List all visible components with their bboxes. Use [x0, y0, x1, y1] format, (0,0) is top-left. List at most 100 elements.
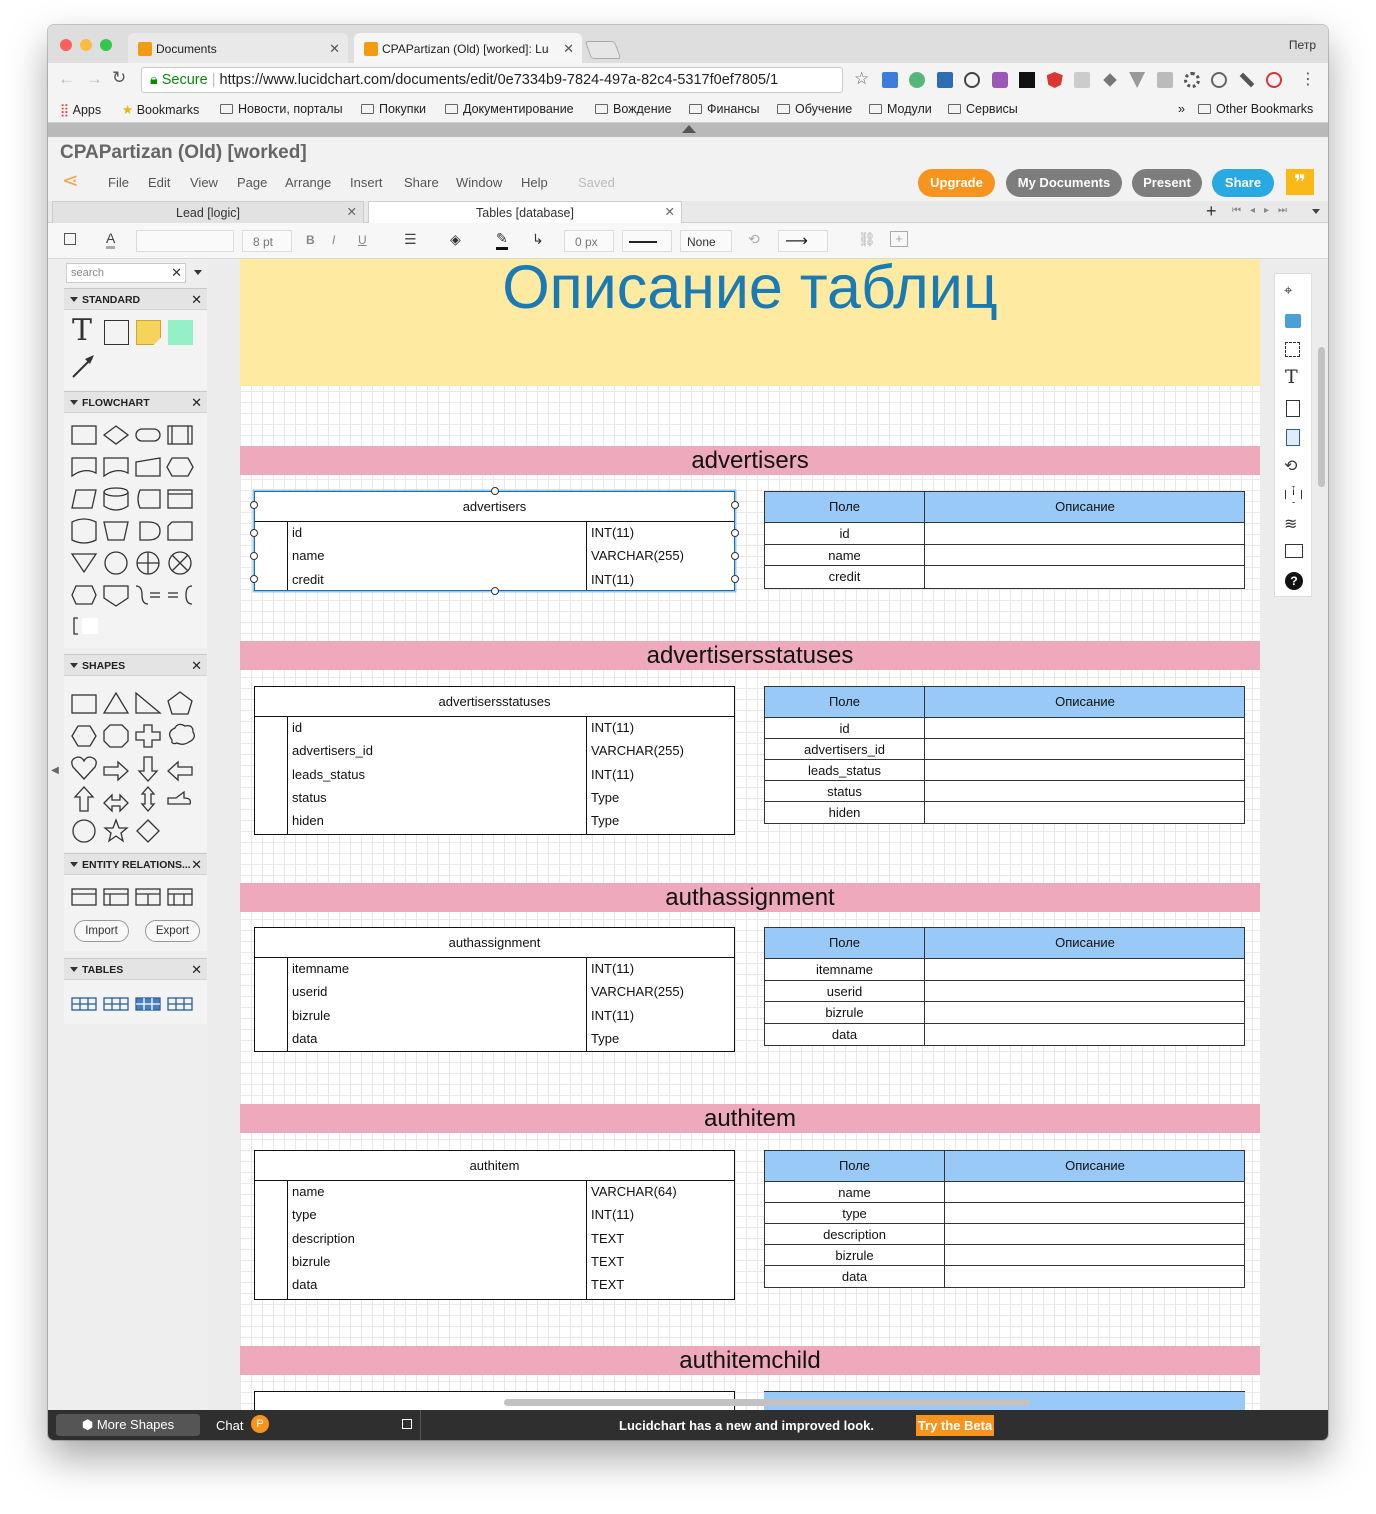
text-options-icon[interactable]: T — [1285, 366, 1298, 388]
basic-shapes-icons[interactable] — [64, 676, 207, 852]
crosshair-icon[interactable]: ⌖ — [1284, 282, 1292, 299]
section-standard-header[interactable]: STANDARD ✕ — [64, 288, 207, 310]
menu-page[interactable]: Page — [237, 175, 267, 190]
browser-menu-icon[interactable]: ⋮ — [1300, 69, 1316, 89]
close-page-icon[interactable]: ✕ — [347, 204, 357, 219]
section-band-authitem[interactable]: authitem — [240, 1104, 1260, 1133]
export-button[interactable]: Export — [145, 920, 200, 942]
minimize-window-button[interactable] — [80, 39, 92, 51]
reload-icon[interactable]: ↻ — [112, 68, 126, 88]
underline-button[interactable]: U — [358, 233, 367, 247]
er-shapes-icons[interactable] — [64, 875, 207, 911]
bookmark-folder[interactable]: Обучение — [777, 102, 852, 116]
resize-handle[interactable] — [250, 575, 258, 583]
format-panel-icon[interactable] — [64, 233, 76, 245]
er-entity-advertisers[interactable]: advertisers id INT(11) name VARCHAR(255) c… — [254, 491, 735, 591]
table-shapes-icons[interactable] — [64, 980, 207, 1020]
other-bookmarks[interactable]: Other Bookmarks — [1198, 102, 1313, 116]
flowchart-shapes-icons[interactable] — [64, 413, 207, 648]
resize-handle[interactable] — [491, 487, 499, 495]
gear-icon[interactable] — [1183, 72, 1200, 88]
image-icon[interactable] — [1285, 314, 1301, 328]
chat-user-badge[interactable]: P — [251, 1415, 269, 1433]
insert-shape-icon[interactable]: + — [890, 231, 908, 247]
menu-insert[interactable]: Insert — [350, 175, 383, 190]
line-pattern-select[interactable] — [622, 230, 672, 252]
extension-icon[interactable] — [1156, 72, 1173, 88]
arrow-end-select[interactable]: ⟶ — [778, 230, 828, 252]
page-tab-lead-logic[interactable]: Lead [logic] ✕ — [52, 201, 364, 223]
shape-search-input[interactable]: search ✕ — [66, 263, 186, 283]
bookmark-folder[interactable]: Документирование — [445, 102, 574, 116]
menu-window[interactable]: Window — [456, 175, 502, 190]
note-shape-icon[interactable] — [136, 320, 161, 345]
resize-handle[interactable] — [731, 575, 739, 583]
align-text-icon[interactable]: ☰ — [404, 231, 417, 248]
er-entity-authassignment[interactable]: authassignment itemname INT(11) userid VAR… — [254, 927, 735, 1052]
block-shape-icon[interactable] — [168, 320, 193, 345]
close-tab-icon[interactable]: ✕ — [329, 41, 340, 57]
bold-button[interactable]: B — [306, 233, 315, 247]
bookmark-folder[interactable]: Финансы — [689, 102, 759, 116]
browser-tab[interactable]: Documents ✕ — [128, 33, 348, 63]
resize-handle[interactable] — [250, 529, 258, 537]
text-shape-icon[interactable]: T — [72, 316, 92, 346]
bookmark-bookmarks[interactable]: ★ Bookmarks — [122, 102, 199, 117]
menu-file[interactable]: File — [108, 175, 129, 190]
close-section-icon[interactable]: ✕ — [191, 857, 202, 873]
bookmark-folder[interactable]: Новости, порталы — [220, 102, 343, 116]
info-icon[interactable]: i — [1285, 486, 1302, 503]
extension-icon[interactable] — [1129, 72, 1146, 88]
angular-extension-icon[interactable] — [1046, 72, 1063, 88]
resize-handle[interactable] — [250, 501, 258, 509]
arrow-start-select[interactable]: None — [680, 230, 732, 252]
extension-icon[interactable] — [1074, 72, 1091, 88]
bookmark-star-icon[interactable]: ☆ — [854, 69, 869, 89]
presentation-icon[interactable] — [1285, 544, 1303, 558]
fill-color-icon[interactable]: ◈ — [450, 231, 461, 248]
section-band-authitemchild[interactable]: authitemchild — [240, 1346, 1260, 1375]
chat-expand-icon[interactable] — [402, 1419, 412, 1429]
eyedropper-icon[interactable] — [1239, 72, 1255, 88]
font-family-select[interactable] — [136, 230, 234, 252]
drawing-canvas[interactable]: Описание таблиц advertisers advertisers … — [208, 259, 1328, 1410]
profile-name[interactable]: Петр — [1289, 38, 1316, 52]
page-settings-icon[interactable] — [1285, 342, 1300, 357]
er-entity-authitem[interactable]: authitem name VARCHAR(64) type INT(11) des… — [254, 1150, 735, 1300]
close-tab-icon[interactable]: ✕ — [563, 41, 574, 57]
page-tab-tables-database[interactable]: Tables [database] ✕ — [368, 201, 682, 223]
section-flowchart-header[interactable]: FLOWCHART ✕ — [64, 391, 207, 413]
resize-handle[interactable] — [731, 552, 739, 560]
new-tab-button[interactable] — [584, 41, 622, 59]
more-bookmarks-button[interactable]: » — [1178, 102, 1185, 116]
forward-icon[interactable]: → — [86, 69, 103, 89]
address-bar[interactable]: 🔒︎ Secure | https://www.lucidchart.com/d… — [141, 67, 843, 93]
extension-icon[interactable] — [1102, 73, 1117, 87]
line-color-icon[interactable]: ✎ — [496, 230, 508, 250]
lucidchart-logo-icon[interactable]: ⋖ — [62, 171, 79, 191]
page-heading[interactable]: Описание таблиц — [240, 259, 1260, 318]
menu-help[interactable]: Help — [521, 175, 548, 190]
bookmark-folder[interactable]: Модули — [869, 102, 932, 116]
section-entity-relationship-header[interactable]: ENTITY RELATIONS... ✕ — [64, 853, 207, 875]
extension-icon[interactable] — [991, 72, 1008, 88]
close-section-icon[interactable]: ✕ — [191, 292, 202, 308]
power-icon[interactable] — [1211, 72, 1228, 88]
data-linking-icon[interactable] — [1286, 429, 1300, 446]
add-page-icon[interactable]: + — [1206, 201, 1217, 221]
menu-share[interactable]: Share — [404, 175, 439, 190]
feedback-quote-icon[interactable]: ❞ — [1286, 169, 1314, 195]
close-page-icon[interactable]: ✕ — [665, 204, 675, 219]
resize-handle[interactable] — [731, 501, 739, 509]
resize-handle[interactable] — [250, 552, 258, 560]
search-options-icon[interactable] — [194, 270, 202, 275]
vertical-scrollbar[interactable] — [1318, 347, 1325, 487]
clear-search-icon[interactable]: ✕ — [171, 265, 182, 281]
rectangle-shape-icon[interactable] — [104, 320, 129, 345]
close-section-icon[interactable]: ✕ — [191, 962, 202, 978]
extension-icon[interactable] — [964, 72, 981, 88]
description-table-authitem[interactable]: Поле Описание name type description bizru… — [764, 1150, 1245, 1288]
my-documents-button[interactable]: My Documents — [1006, 169, 1122, 197]
pages-menu-icon[interactable] — [1312, 209, 1320, 214]
section-shapes-header[interactable]: SHAPES ✕ — [64, 654, 207, 676]
